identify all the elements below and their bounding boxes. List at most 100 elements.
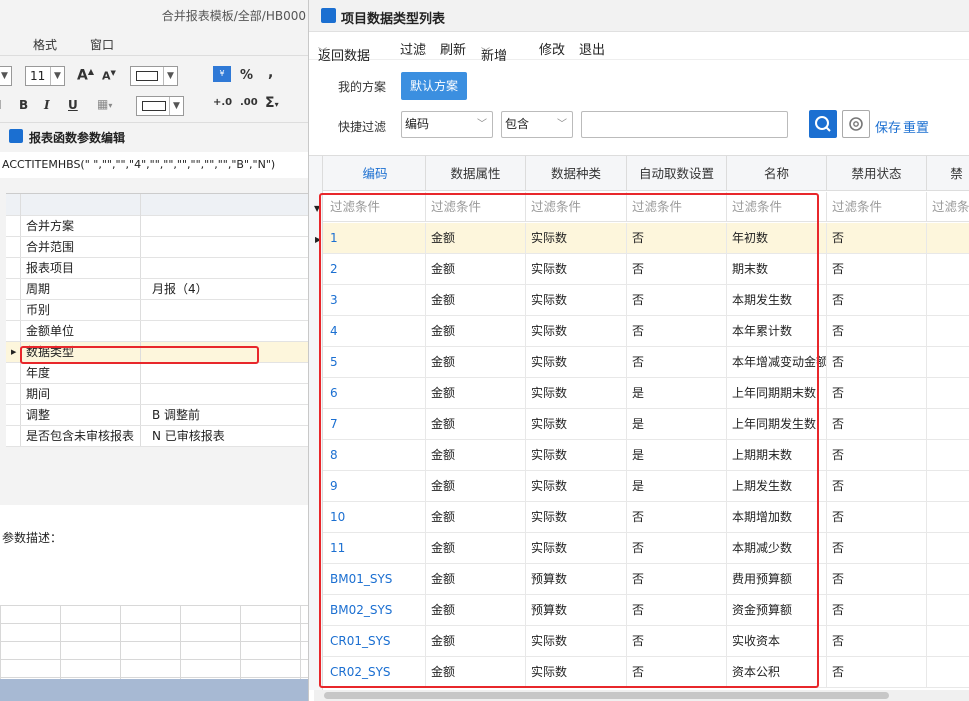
table-cell — [927, 471, 969, 502]
save-link[interactable]: 保存 — [875, 117, 901, 136]
filter-cell[interactable]: 过滤条件 — [827, 192, 927, 222]
table-cell — [927, 502, 969, 533]
search-button[interactable] — [809, 110, 837, 138]
font-select[interactable]: ▼ — [0, 66, 12, 86]
percent-icon[interactable]: % — [240, 68, 253, 83]
column-header[interactable]: 编码 — [325, 156, 426, 191]
font-grow-icon[interactable]: A▲ — [77, 67, 94, 84]
chevron-down-icon: ▼ — [0, 67, 11, 85]
dialog-title-bar: 项目数据类型列表 — [309, 0, 969, 32]
param-row[interactable]: 合并方案 — [6, 216, 308, 237]
underline-icon[interactable]: U — [68, 98, 78, 112]
borders-icon[interactable]: ▦▾ — [97, 97, 112, 111]
table-cell — [927, 657, 969, 688]
param-row[interactable]: 周期 月报（4） — [6, 279, 308, 300]
horizontal-scrollbar[interactable] — [314, 690, 969, 701]
table-cell — [927, 533, 969, 564]
table-cell — [927, 409, 969, 440]
exit-button[interactable]: 退出 — [579, 39, 605, 58]
italic-icon[interactable]: I — [44, 98, 50, 112]
param-row[interactable]: 是否包含未审核报表 N 已审核报表 — [6, 426, 308, 447]
currency-format-icon[interactable]: ¥ — [213, 66, 231, 82]
param-row[interactable]: 金额单位 — [6, 321, 308, 342]
table-cell: 否 — [827, 347, 927, 378]
param-key: 合并范围 — [20, 237, 141, 257]
param-value[interactable]: 月报（4） — [146, 279, 208, 299]
table-cell: 否 — [827, 626, 927, 657]
font-size-select[interactable]: 11 ▼ — [25, 66, 65, 86]
param-key: 金额单位 — [20, 321, 141, 341]
param-value[interactable] — [146, 321, 152, 341]
table-cell — [927, 316, 969, 347]
settings-button[interactable] — [842, 110, 870, 138]
current-row-pointer-icon: ▶ — [11, 348, 17, 356]
param-key: 合并方案 — [20, 216, 141, 236]
param-key: 调整 — [20, 405, 141, 425]
line-style-select[interactable]: ▼ — [136, 96, 184, 116]
chevron-down-icon: ﹀ — [557, 119, 567, 130]
column-header[interactable]: 禁 — [927, 156, 969, 191]
decrease-decimal-icon[interactable]: .00 — [240, 97, 258, 108]
default-plan-button[interactable]: 默认方案 — [401, 72, 467, 100]
param-row[interactable]: 期间 — [6, 384, 308, 405]
param-value[interactable]: N 已审核报表 — [146, 426, 225, 446]
column-header[interactable]: 名称 — [727, 156, 827, 191]
refresh-button[interactable]: 刷新 — [440, 39, 466, 58]
table-cell: 否 — [827, 316, 927, 347]
param-key: 年度 — [20, 363, 141, 383]
param-row[interactable]: 币别 — [6, 300, 308, 321]
column-header[interactable]: 数据属性 — [426, 156, 526, 191]
sheet-grid[interactable] — [0, 605, 308, 679]
table-cell: 否 — [827, 657, 927, 688]
my-plan-tab[interactable]: 我的方案 — [338, 78, 386, 95]
param-row[interactable]: 报表项目 — [6, 258, 308, 279]
table-cell — [927, 347, 969, 378]
gear-icon — [849, 117, 863, 131]
filter-value-input[interactable] — [581, 111, 788, 138]
filter-button[interactable]: 过滤 — [400, 39, 426, 58]
param-row[interactable]: 合并范围 — [6, 237, 308, 258]
report-designer-pane: 合并报表模板/全部/HB000 格式 窗口 ▼ 11 ▼ A▲ A▼ ▼ ¥ % … — [0, 0, 308, 701]
param-key: 周期 — [20, 279, 141, 299]
param-editor-header: 报表函数参数编辑 — [0, 122, 308, 150]
increase-decimal-icon[interactable]: +.0 — [213, 97, 232, 108]
param-description: 参数描述： — [0, 505, 308, 605]
param-value[interactable] — [146, 384, 152, 404]
filter-operator-select[interactable]: 包含 ﹀ — [501, 111, 573, 138]
param-value[interactable] — [146, 237, 152, 257]
column-header[interactable]: 禁用状态 — [827, 156, 927, 191]
param-value[interactable] — [146, 300, 152, 320]
sum-icon[interactable]: Σ▾ — [265, 95, 279, 111]
param-value[interactable]: B 调整前 — [146, 405, 200, 425]
param-row[interactable]: 调整 B 调整前 — [6, 405, 308, 426]
column-header[interactable]: 数据种类 — [526, 156, 627, 191]
filter-field-select[interactable]: 编码 ﹀ — [401, 111, 493, 138]
param-value[interactable] — [146, 258, 152, 278]
reset-link[interactable]: 重置 — [903, 117, 929, 136]
font-shrink-icon[interactable]: A▼ — [102, 69, 116, 83]
param-row[interactable]: 年度 — [6, 363, 308, 384]
menu-window[interactable]: 窗口 — [90, 36, 114, 53]
formula-text[interactable]: ACCTITEMHBS(" ","","","4","","","","",""… — [0, 152, 308, 178]
table-cell: 否 — [827, 595, 927, 626]
panel-title: 报表函数参数编辑 — [29, 131, 126, 145]
quick-filter-label: 快捷过滤 — [338, 120, 387, 134]
modify-button[interactable]: 修改 — [539, 39, 565, 58]
param-value[interactable] — [146, 363, 152, 383]
menu-format[interactable]: 格式 — [33, 36, 57, 53]
chevron-down-icon: ﹀ — [318, 48, 328, 58]
dialog-menu: 返回数据 ﹀ 过滤 刷新 新增 ﹀ 修改 退出 — [309, 33, 969, 64]
column-header[interactable]: 自动取数设置 — [627, 156, 727, 191]
menu-bar: 格式 窗口 — [0, 32, 308, 56]
bold-icon[interactable]: B — [19, 98, 28, 112]
filter-cell[interactable]: 过滤条件 — [927, 192, 969, 222]
table-cell — [927, 595, 969, 626]
scroll-thumb[interactable] — [324, 692, 889, 699]
italic-icon[interactable]: I — [0, 98, 1, 112]
param-value[interactable] — [146, 216, 152, 236]
thousands-separator-icon[interactable]: , — [268, 65, 273, 81]
table-cell — [927, 285, 969, 316]
table-cell: 否 — [827, 285, 927, 316]
border-style-select[interactable]: ▼ — [130, 66, 178, 86]
param-key: 期间 — [20, 384, 141, 404]
